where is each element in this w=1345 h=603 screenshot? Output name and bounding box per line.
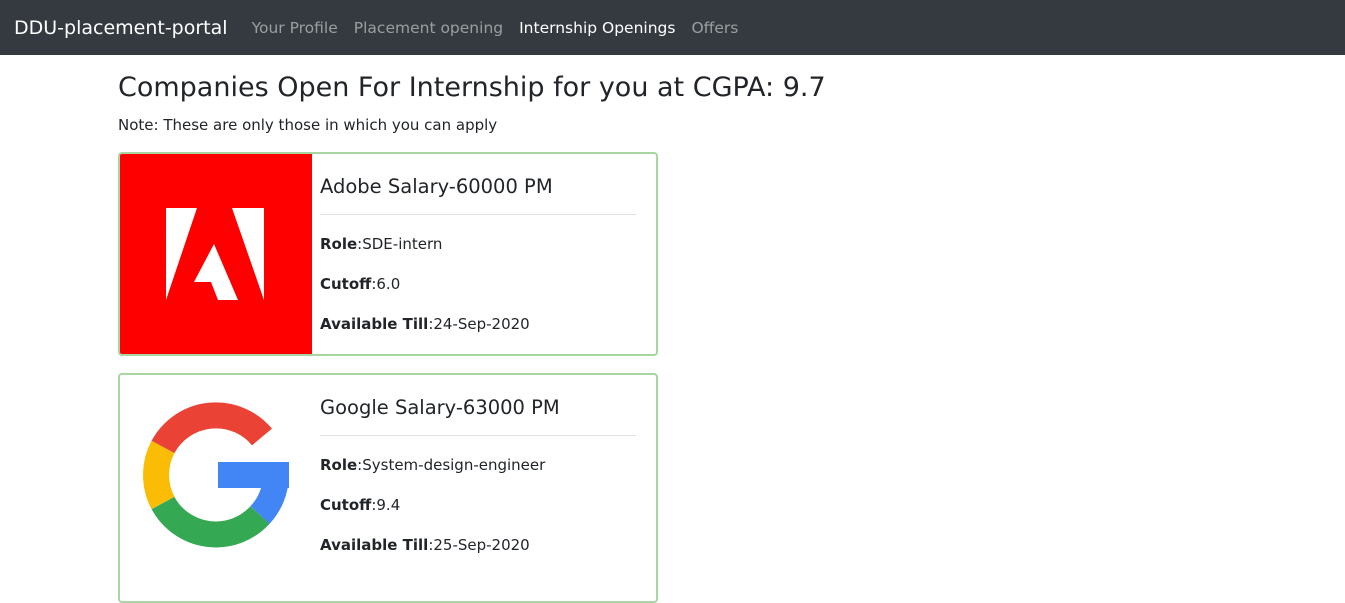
role-line: Role:SDE-intern	[320, 235, 442, 253]
role-line: Role:System-design-engineer	[320, 456, 545, 474]
page-note: Note: These are only those in which you …	[118, 116, 498, 134]
card-title: Google Salary-63000 PM	[320, 396, 560, 419]
cutoff-line: Cutoff:6.0	[320, 275, 400, 293]
cutoff-label: Cutoff	[320, 275, 372, 293]
google-g-icon	[143, 402, 289, 548]
available-till-value: :25-Sep-2020	[428, 536, 530, 554]
nav-link-offers[interactable]: Offers	[691, 19, 738, 37]
nav-link-placement-opening[interactable]: Placement opening	[354, 19, 503, 37]
available-till-label: Available Till	[320, 315, 429, 333]
cutoff-value: :6.0	[371, 275, 401, 293]
adobe-logo	[120, 154, 312, 354]
cutoff-line: Cutoff:9.4	[320, 496, 400, 514]
card-title: Adobe Salary-60000 PM	[320, 175, 553, 198]
page-title: Companies Open For Internship for you at…	[118, 72, 826, 103]
google-logo	[120, 375, 312, 575]
role-label: Role	[320, 456, 358, 474]
nav-link-your-profile[interactable]: Your Profile	[252, 19, 338, 37]
available-till-value: :24-Sep-2020	[428, 315, 530, 333]
role-value: :SDE-intern	[357, 235, 443, 253]
role-value: :System-design-engineer	[357, 456, 546, 474]
available-till-line: Available Till:25-Sep-2020	[320, 536, 530, 554]
company-card-adobe: Adobe Salary-60000 PM Role:SDE-intern Cu…	[118, 152, 658, 356]
card-divider	[320, 214, 636, 215]
company-card-google: Google Salary-63000 PM Role:System-desig…	[118, 373, 658, 603]
adobe-logo-icon	[166, 208, 264, 300]
role-label: Role	[320, 235, 358, 253]
navbar: DDU-placement-portal Your Profile Placem…	[0, 0, 1345, 55]
available-till-label: Available Till	[320, 536, 429, 554]
cutoff-label: Cutoff	[320, 496, 372, 514]
available-till-line: Available Till:24-Sep-2020	[320, 315, 530, 333]
nav-link-internship-openings[interactable]: Internship Openings	[519, 19, 675, 37]
cutoff-value: :9.4	[371, 496, 401, 514]
navbar-brand[interactable]: DDU-placement-portal	[14, 17, 228, 39]
card-divider	[320, 435, 636, 436]
